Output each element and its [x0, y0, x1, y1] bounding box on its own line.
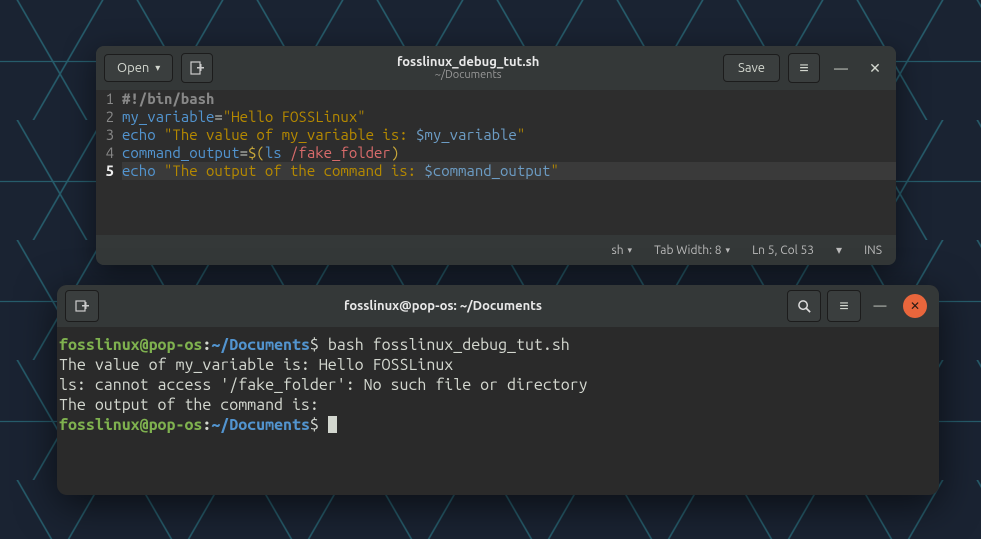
token-variable: my_variable: [122, 108, 214, 125]
token-cmd: echo: [122, 126, 164, 143]
close-button[interactable]: ✕: [862, 55, 888, 81]
prompt-path: ~/Documents: [211, 336, 310, 354]
status-bar: sh ▾ Tab Width: 8 ▾ Ln 5, Col 53 ▾ INS: [96, 235, 896, 265]
menu-button[interactable]: ≡: [827, 290, 861, 322]
line-gutter: 1 2 3 4 5: [96, 90, 118, 235]
line-number: 1: [96, 90, 114, 108]
chevron-down-icon: ▾: [726, 245, 731, 256]
hamburger-icon: ≡: [799, 59, 808, 78]
title-area: fosslinux_debug_tut.sh ~/Documents: [221, 55, 715, 81]
new-tab-button[interactable]: [65, 290, 99, 322]
prompt-sep: :: [202, 416, 211, 434]
terminal-title: fosslinux@pop-os: ~/Documents: [105, 299, 781, 313]
terminal-line: ls: cannot access '/fake_folder': No suc…: [59, 376, 588, 394]
code-editor[interactable]: 1 2 3 4 5 #!/bin/bashmy_variable="Hello …: [96, 90, 896, 235]
close-icon: ✕: [910, 299, 920, 313]
token-string: "Hello FOSSLinux": [223, 108, 366, 125]
open-button[interactable]: Open ▾: [104, 54, 173, 82]
chevron-down-icon: ▾: [155, 62, 160, 74]
token-op: =: [240, 144, 248, 161]
prompt-dollar: $: [310, 336, 328, 354]
new-tab-icon: [74, 298, 90, 314]
chevron-down-icon[interactable]: ▾: [836, 243, 842, 257]
token-subst: $(: [248, 144, 265, 161]
token-string: "The output of the command is:: [164, 162, 424, 179]
tabwidth-label: Tab Width: 8: [654, 244, 721, 257]
close-icon: ✕: [869, 60, 881, 77]
token-cmd: echo: [122, 162, 164, 179]
terminal-cursor: [328, 416, 337, 433]
token-varref: $my_variable: [416, 126, 517, 143]
token-cmd: ls: [265, 144, 290, 161]
token-string: ": [517, 126, 525, 143]
new-tab-button[interactable]: [181, 53, 213, 83]
close-button[interactable]: ✕: [903, 294, 927, 318]
terminal-window: fosslinux@pop-os: ~/Documents ≡ — ✕ foss…: [57, 285, 939, 495]
prompt-dollar: $: [310, 416, 328, 434]
open-label: Open: [117, 61, 149, 75]
document-title: fosslinux_debug_tut.sh: [221, 55, 715, 69]
token-varref: $command_output: [424, 162, 550, 179]
prompt-path: ~/Documents: [211, 416, 310, 434]
position-label: Ln 5, Col 53: [752, 244, 814, 257]
terminal-headerbar: fosslinux@pop-os: ~/Documents ≡ — ✕: [57, 285, 939, 327]
token-string: "The value of my_variable is:: [164, 126, 416, 143]
prompt-sep: :: [202, 336, 211, 354]
minimize-icon: —: [834, 60, 848, 76]
terminal-line: The output of the command is:: [59, 396, 328, 414]
gedit-headerbar: Open ▾ fosslinux_debug_tut.sh ~/Document…: [96, 46, 896, 90]
line-number: 4: [96, 144, 114, 162]
chevron-down-icon: ▾: [628, 245, 633, 256]
language-selector[interactable]: sh ▾: [611, 244, 632, 257]
insert-mode[interactable]: INS: [864, 244, 882, 257]
minimize-button[interactable]: —: [828, 55, 854, 81]
token-variable: command_output: [122, 144, 240, 161]
search-button[interactable]: [787, 290, 821, 322]
save-button[interactable]: Save: [723, 54, 780, 82]
ins-label: INS: [864, 244, 882, 257]
terminal-command: bash fosslinux_debug_tut.sh: [328, 336, 570, 354]
menu-button[interactable]: ≡: [788, 53, 820, 83]
token-subst: ): [391, 144, 399, 161]
token-op: =: [214, 108, 222, 125]
line-number: 5: [96, 162, 114, 180]
line-number: 2: [96, 108, 114, 126]
document-path: ~/Documents: [221, 69, 715, 81]
shebang: #!/bin/bash: [122, 90, 214, 107]
new-document-icon: [189, 60, 205, 76]
prompt-user: fosslinux@pop-os: [59, 416, 202, 434]
token-path: /fake_folder: [290, 144, 391, 161]
search-icon: [797, 299, 812, 314]
prompt-user: fosslinux@pop-os: [59, 336, 202, 354]
tabwidth-selector[interactable]: Tab Width: 8 ▾: [654, 244, 730, 257]
language-label: sh: [611, 244, 623, 257]
minimize-icon: —: [874, 299, 887, 313]
code-content[interactable]: #!/bin/bashmy_variable="Hello FOSSLinux"…: [118, 90, 896, 235]
token-string: ": [550, 162, 558, 179]
minimize-button[interactable]: —: [867, 293, 893, 319]
terminal-line: The value of my_variable is: Hello FOSSL…: [59, 356, 453, 374]
gedit-window: Open ▾ fosslinux_debug_tut.sh ~/Document…: [96, 46, 896, 265]
terminal-output[interactable]: fosslinux@pop-os:~/Documents$ bash fossl…: [57, 327, 939, 495]
cursor-position[interactable]: Ln 5, Col 53: [752, 244, 814, 257]
hamburger-icon: ≡: [839, 297, 848, 316]
line-number: 3: [96, 126, 114, 144]
